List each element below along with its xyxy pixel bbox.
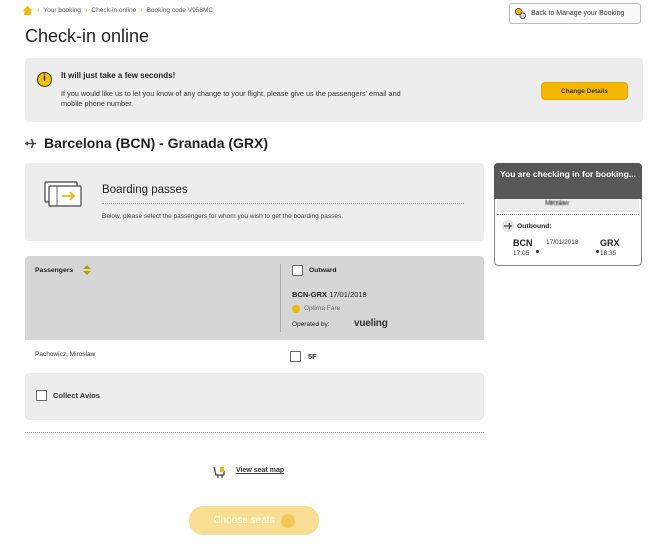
- sort-icon[interactable]: [83, 265, 92, 275]
- collect-avios-checkbox[interactable]: [36, 390, 47, 401]
- view-seat-map-link[interactable]: View seat map: [236, 467, 284, 474]
- outbound-label: Outbound:: [517, 223, 552, 230]
- departure-code: BCN: [513, 238, 533, 248]
- boarding-passes-title: Boarding passes: [102, 184, 188, 196]
- page-title: Check-in online: [25, 26, 150, 46]
- divider: [102, 203, 464, 204]
- breadcrumb-your-booking[interactable]: Your booking: [43, 7, 81, 14]
- info-title: It will just take a few seconds!: [61, 71, 176, 80]
- boarding-pass-icon: [44, 181, 82, 207]
- divider: [497, 214, 639, 215]
- choose-seats-button[interactable]: Choose seats: [189, 506, 319, 535]
- divider: [25, 432, 484, 433]
- passenger-table-header: [25, 256, 484, 340]
- outward-checkbox[interactable]: [292, 265, 303, 276]
- carrier-logo: vueling: [354, 318, 388, 329]
- summary-passenger: Miroslaw: [545, 200, 569, 207]
- flight-route: BCN-GRX: [292, 290, 327, 299]
- home-icon[interactable]: [22, 5, 33, 16]
- departure-time: 17:05: [513, 250, 530, 257]
- back-to-manage-booking-button[interactable]: Back to Manage your Booking: [509, 3, 641, 24]
- flight-date: 17/01/2018: [329, 290, 367, 299]
- passenger-name: Pachowicz, Miroslaw: [35, 351, 96, 358]
- dot-icon: [536, 250, 539, 253]
- column-divider: [280, 264, 281, 332]
- breadcrumb-separator: ›: [85, 7, 88, 14]
- boarding-passes-panel: [25, 163, 484, 241]
- back-button-label: Back to Manage your Booking: [531, 10, 625, 17]
- seat-icon: [213, 466, 225, 478]
- passengers-column-header[interactable]: Passengers: [35, 265, 92, 275]
- info-icon: i: [37, 72, 52, 87]
- arrival-time: 18:35: [600, 250, 617, 257]
- breadcrumb-booking-code: Booking code V958MC: [146, 7, 214, 14]
- manage-booking-icon: [515, 8, 526, 19]
- dot-icon: [596, 250, 599, 253]
- info-text: If you would like us to let you know of …: [61, 89, 401, 108]
- arrival-code: GRX: [600, 238, 620, 248]
- breadcrumb-check-in[interactable]: Check-in online: [91, 7, 136, 14]
- change-details-button[interactable]: Change Details: [541, 82, 628, 100]
- breadcrumb-separator: ›: [140, 7, 143, 14]
- passengers-header-label: Passengers: [35, 266, 74, 274]
- boarding-passes-text: Below, please select the passengers for …: [102, 213, 344, 220]
- plane-icon: [502, 220, 514, 232]
- flight-info: BCN-GRX 17/01/2018: [292, 290, 367, 299]
- seat-checkbox[interactable]: [290, 351, 301, 362]
- booking-summary-title: You are checking in for booking...: [500, 169, 636, 179]
- arrow-right-icon: [280, 513, 295, 528]
- breadcrumb: › Your booking › Check-in online › Booki…: [22, 5, 213, 16]
- fare-label: Optima Fare: [304, 305, 341, 312]
- operated-by-label: Operated by:: [292, 321, 330, 328]
- fare-dot-icon: [292, 305, 300, 313]
- plane-icon: [24, 138, 37, 149]
- collect-avios-label: Collect Avios: [53, 391, 100, 400]
- outward-label: Outward: [309, 267, 337, 274]
- flight-date-summary: 17/01/2018: [546, 239, 579, 246]
- breadcrumb-separator: ›: [37, 7, 40, 14]
- route-title: Barcelona (BCN) - Granada (GRX): [44, 135, 269, 151]
- seat-label: 5F: [308, 352, 317, 361]
- choose-seats-label: Choose seats: [213, 515, 275, 526]
